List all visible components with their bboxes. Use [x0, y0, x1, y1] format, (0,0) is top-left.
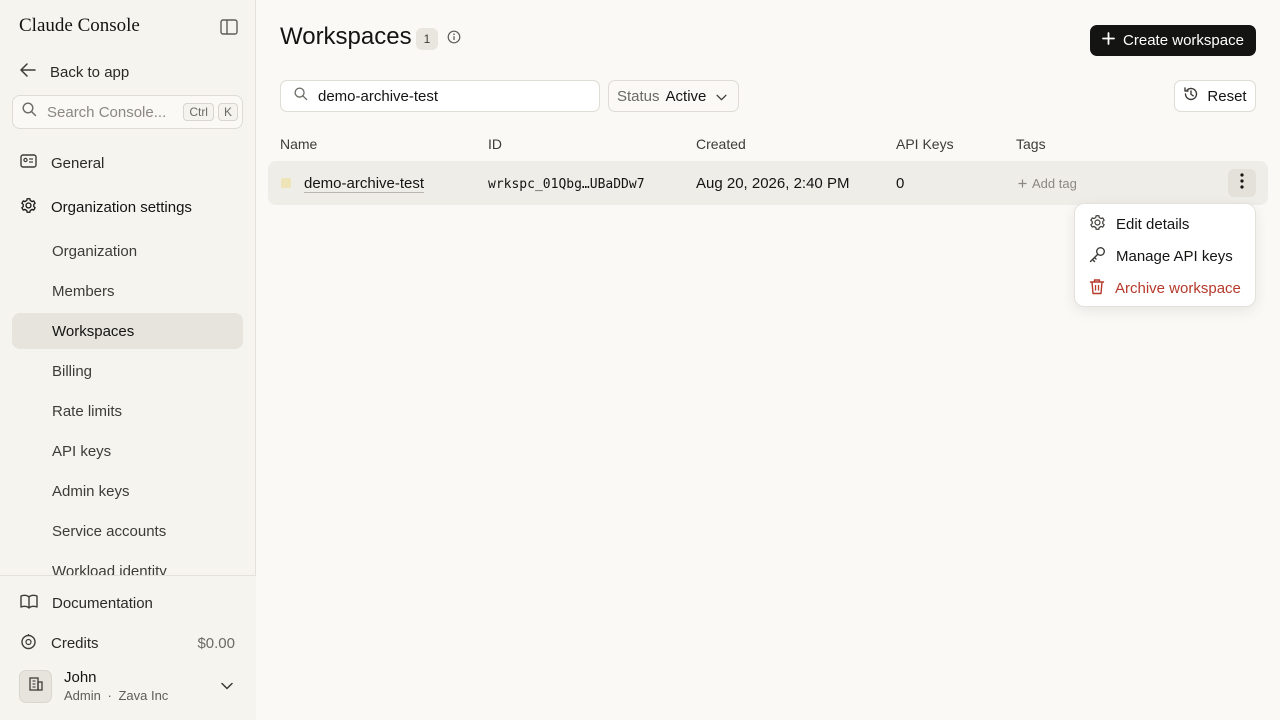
sidebar-item-label: API keys [52, 442, 112, 460]
sidebar-footer: Documentation Credits $0.00 John Admin ·… [0, 575, 256, 720]
book-icon [20, 594, 38, 613]
status-filter-value: Active [665, 87, 707, 105]
user-info: John Admin · Zava Inc [64, 669, 168, 703]
column-header-id[interactable]: ID [488, 136, 502, 152]
user-role-org: Admin · Zava Inc [64, 688, 168, 703]
console-search-input[interactable]: Search Console... Ctrl K [12, 95, 243, 129]
back-to-app-label: Back to app [50, 63, 130, 81]
search-icon [22, 102, 37, 122]
sidebar-item-label: Service accounts [52, 522, 167, 540]
menu-item-edit-details-label: Edit details [1116, 215, 1190, 233]
search-placeholder: Search Console... [47, 103, 167, 121]
building-icon [28, 676, 44, 697]
workspace-count-badge: 1 [416, 28, 438, 50]
column-header-name[interactable]: Name [280, 136, 317, 152]
column-header-api-keys[interactable]: API Keys [896, 136, 954, 152]
create-workspace-button[interactable]: Create workspace [1090, 25, 1256, 56]
user-org: Zava Inc [118, 688, 169, 703]
menu-item-archive-workspace-label: Archive workspace [1115, 279, 1241, 297]
shortcut-ctrl: Ctrl [183, 103, 214, 121]
add-tag-label: Add tag [1032, 176, 1077, 191]
sidebar-item-general-label: General [51, 154, 105, 172]
create-workspace-label: Create workspace [1123, 32, 1244, 49]
row-actions-button[interactable] [1228, 169, 1256, 197]
sidebar-item-label: Organization [52, 242, 138, 260]
collapse-sidebar-icon[interactable] [219, 17, 239, 37]
sidebar-item-label: Admin keys [52, 482, 130, 500]
status-filter-dropdown[interactable]: Status Active [608, 80, 739, 112]
sidebar-item-members[interactable]: Members [12, 273, 243, 309]
user-separator: · [107, 688, 112, 703]
sidebar-item-label: Billing [52, 362, 93, 380]
workspace-search-input[interactable]: demo-archive-test [280, 80, 600, 112]
column-header-tags[interactable]: Tags [1016, 136, 1046, 152]
workspace-id[interactable]: wrkspc_01Qbg…UBaDDw7 [488, 177, 645, 192]
sidebar-item-organization[interactable]: Organization [12, 233, 243, 269]
user-account-menu[interactable]: John Admin · Zava Inc [19, 666, 239, 706]
shortcut-k: K [217, 103, 238, 121]
id-card-icon [20, 154, 37, 172]
gear-icon [1089, 214, 1106, 235]
sidebar-item-rate-limits[interactable]: Rate limits [12, 393, 243, 429]
coin-icon [20, 633, 37, 654]
reset-label: Reset [1207, 87, 1247, 105]
more-vertical-icon [1240, 172, 1244, 194]
chevron-down-icon [716, 88, 727, 105]
sidebar-item-organization-settings[interactable]: Organization settings [12, 189, 243, 225]
row-actions-menu: Edit details Manage API keys Archive wor… [1074, 203, 1256, 307]
search-icon [294, 86, 308, 106]
table-row[interactable]: demo-archive-test wrkspc_01Qbg…UBaDDw7 A… [268, 161, 1268, 205]
credits-link[interactable]: Credits $0.00 [12, 625, 243, 661]
sidebar-item-service-accounts[interactable]: Service accounts [12, 513, 243, 549]
avatar [19, 669, 52, 703]
workspace-color-swatch [281, 178, 291, 188]
add-tag-button[interactable]: Add tag [1018, 176, 1077, 191]
sidebar-item-general[interactable]: General [12, 145, 243, 181]
sidebar-item-label: Members [52, 282, 115, 300]
sidebar-item-label: Rate limits [52, 402, 123, 420]
documentation-label: Documentation [52, 594, 153, 612]
sidebar-item-billing[interactable]: Billing [12, 353, 243, 389]
sidebar-item-organization-settings-label: Organization settings [51, 198, 192, 216]
credits-value: $0.00 [197, 634, 235, 652]
sidebar-item-label: Workspaces [52, 322, 135, 340]
workspace-search-value: demo-archive-test [318, 87, 439, 105]
user-role: Admin [64, 688, 101, 703]
sidebar-item-admin-keys[interactable]: Admin keys [12, 473, 243, 509]
trash-icon [1089, 278, 1105, 299]
sidebar-item-workspaces[interactable]: Workspaces [12, 313, 243, 349]
reset-filters-button[interactable]: Reset [1174, 80, 1256, 112]
info-icon[interactable] [447, 30, 461, 49]
workspace-created: Aug 20, 2026, 2:40 PM [696, 175, 850, 192]
credits-label: Credits [51, 634, 99, 652]
plus-icon [1018, 176, 1027, 191]
page-title: Workspaces [280, 23, 412, 50]
gear-icon [20, 197, 37, 218]
documentation-link[interactable]: Documentation [12, 585, 243, 621]
menu-item-archive-workspace[interactable]: Archive workspace [1075, 272, 1255, 304]
arrow-left-icon [20, 63, 36, 81]
chevron-down-icon [221, 677, 233, 695]
key-icon [1089, 246, 1106, 267]
menu-item-manage-api-keys[interactable]: Manage API keys [1075, 240, 1255, 272]
main-content: Workspaces 1 Create workspace demo-archi… [256, 0, 1280, 720]
back-to-app-link[interactable]: Back to app [12, 58, 243, 86]
brand-logo[interactable]: Claude Console [19, 15, 140, 37]
menu-item-edit-details[interactable]: Edit details [1075, 208, 1255, 240]
workspace-name-link[interactable]: demo-archive-test [304, 175, 424, 192]
sidebar-item-api-keys[interactable]: API keys [12, 433, 243, 469]
workspace-api-keys-count: 0 [896, 175, 905, 192]
status-filter-label: Status [617, 87, 660, 105]
plus-icon [1102, 32, 1115, 49]
menu-item-manage-api-keys-label: Manage API keys [1116, 247, 1233, 265]
sidebar: Claude Console Back to app Search Consol… [0, 0, 256, 720]
column-header-created[interactable]: Created [696, 136, 746, 152]
user-name: John [64, 669, 97, 686]
history-icon [1183, 86, 1199, 106]
